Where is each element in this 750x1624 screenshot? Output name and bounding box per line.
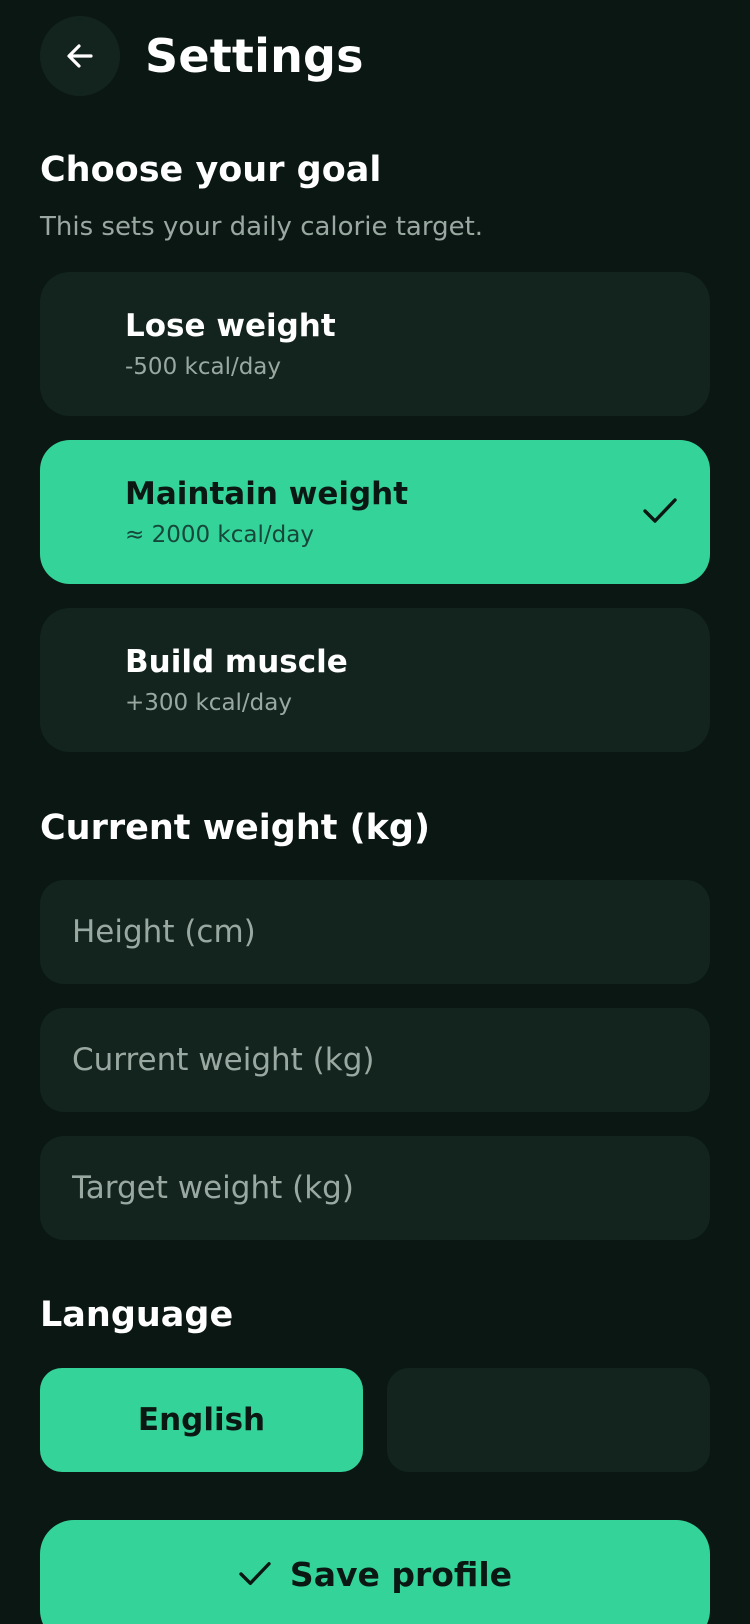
goal-option-build-muscle[interactable]: Build muscle +300 kcal/day	[40, 608, 710, 752]
save-profile-button[interactable]: Save profile	[40, 1520, 710, 1624]
height-input[interactable]	[40, 880, 710, 984]
arrow-left-icon	[67, 44, 93, 68]
check-icon	[239, 1562, 271, 1586]
check-icon	[643, 498, 677, 523]
language-option-secondary[interactable]	[387, 1368, 710, 1472]
header: Settings	[40, 16, 364, 96]
language-option-english[interactable]: English	[40, 1368, 363, 1472]
save-profile-label: Save profile	[289, 1554, 513, 1594]
target-weight-input[interactable]	[40, 1136, 710, 1240]
back-button[interactable]	[40, 16, 120, 96]
goal-option-label: Maintain weight	[125, 476, 409, 512]
goal-option-kcal: -500 kcal/day	[125, 354, 282, 380]
goal-option-label: Lose weight	[125, 308, 336, 344]
goal-section-title: Choose your goal	[40, 150, 382, 190]
goal-option-label: Build muscle	[125, 644, 348, 680]
goal-option-kcal: +300 kcal/day	[125, 690, 292, 716]
goal-option-maintain-weight[interactable]: Maintain weight ≈ 2000 kcal/day	[40, 440, 710, 584]
settings-screen: Settings Choose your goal This sets your…	[0, 0, 750, 1624]
weight-section-title: Current weight (kg)	[40, 808, 430, 848]
goal-section-subtitle: This sets your daily calorie target.	[40, 212, 484, 242]
language-section-title: Language	[40, 1295, 234, 1335]
goal-option-lose-weight[interactable]: Lose weight -500 kcal/day	[40, 272, 710, 416]
current-weight-input[interactable]	[40, 1008, 710, 1112]
goal-option-kcal: ≈ 2000 kcal/day	[125, 522, 314, 548]
page-title: Settings	[145, 29, 364, 83]
